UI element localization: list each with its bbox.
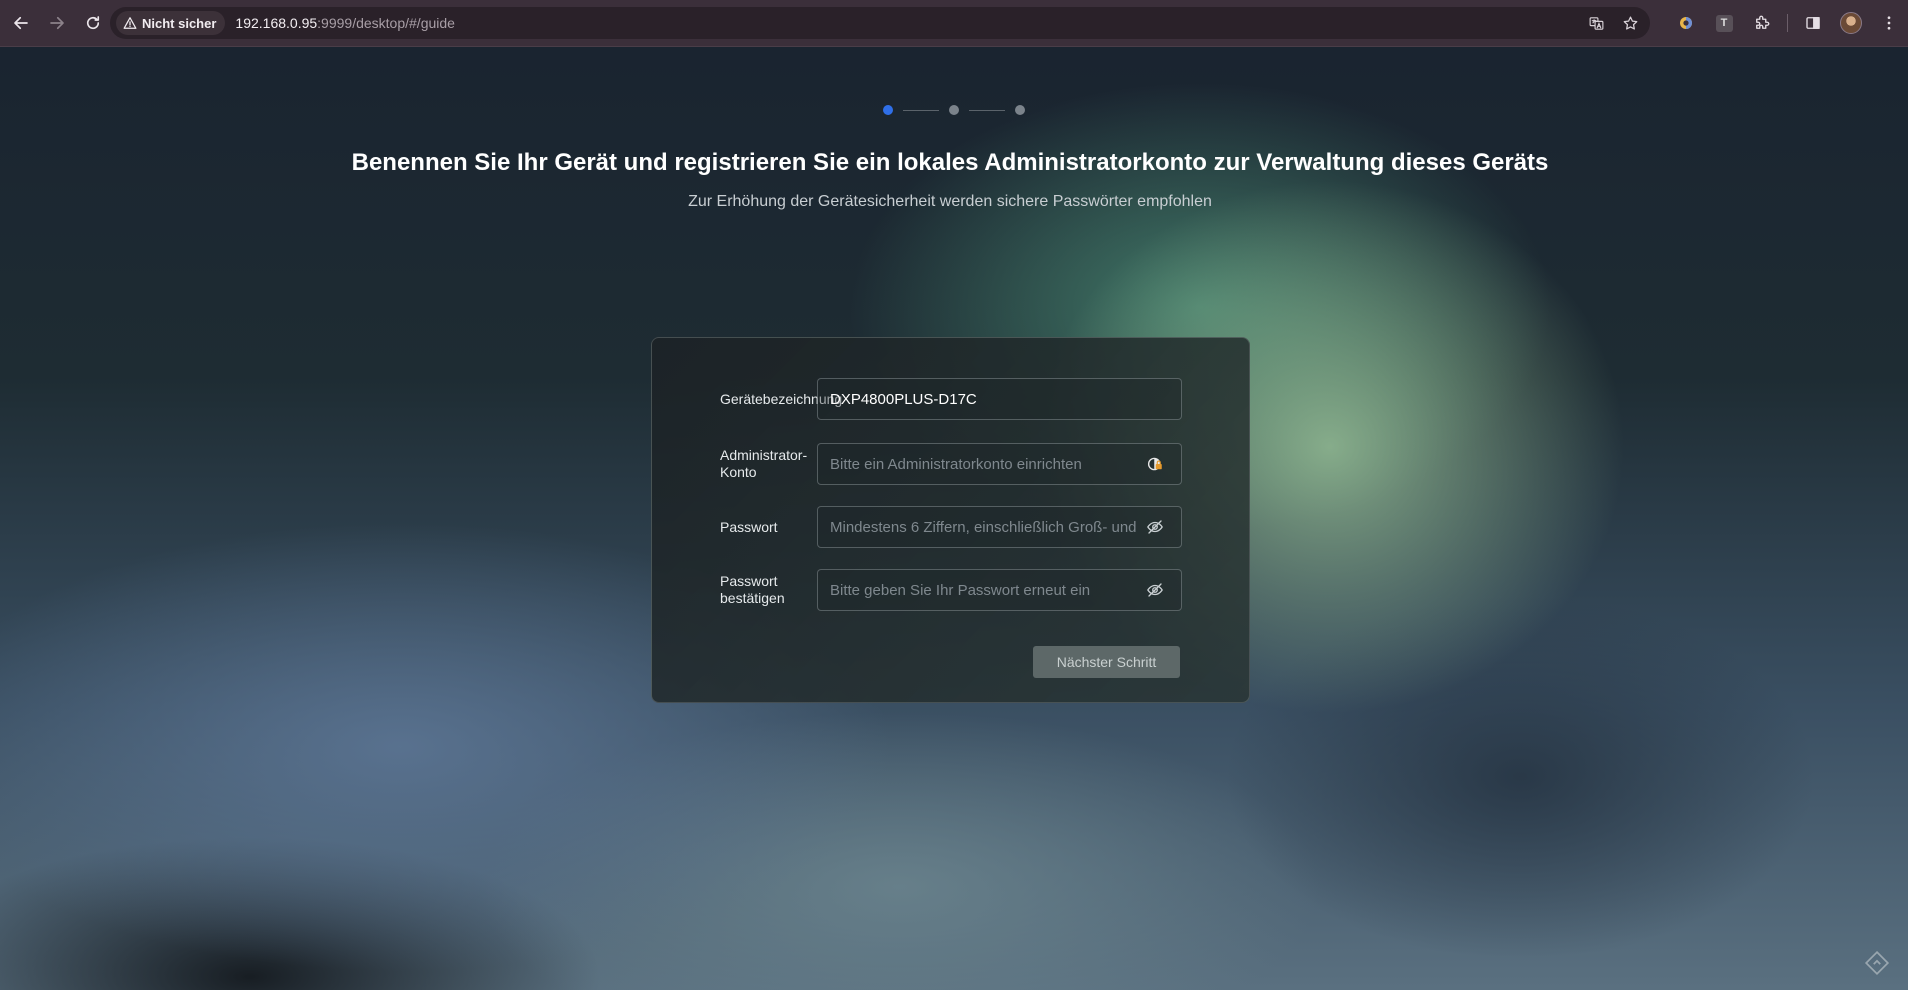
- admin-account-row: Administrator-Konto: [720, 443, 1190, 485]
- extension-icon[interactable]: [1673, 8, 1699, 38]
- device-name-row: Gerätebezeichnung: [720, 378, 1190, 420]
- kebab-menu-icon[interactable]: [1876, 8, 1902, 38]
- extension-t-icon[interactable]: T: [1711, 8, 1737, 38]
- page-subtitle: Zur Erhöhung der Gerätesicherheit werden…: [688, 193, 1212, 210]
- avatar: [1840, 12, 1862, 34]
- back-arrow-icon[interactable]: [4, 6, 38, 40]
- url-host: 192.168.0.95: [235, 15, 318, 31]
- password-label: Passwort: [720, 518, 778, 535]
- password-row: Passwort: [720, 506, 1190, 548]
- side-panel-icon[interactable]: [1800, 8, 1826, 38]
- admin-account-label: Administrator-Konto: [720, 447, 808, 480]
- url-text[interactable]: 192.168.0.95:9999/desktop/#/guide: [235, 15, 455, 31]
- device-name-input[interactable]: [817, 378, 1182, 420]
- star-icon[interactable]: [1618, 11, 1642, 35]
- progress-stepper: [883, 105, 1025, 115]
- eye-hidden-icon[interactable]: [1145, 580, 1165, 600]
- profile-avatar[interactable]: [1838, 8, 1864, 38]
- step-connector: [903, 109, 939, 111]
- setup-guide-page: Benennen Sie Ihr Gerät und registrieren …: [0, 47, 1908, 990]
- step-1-indicator: [883, 105, 893, 115]
- eye-hidden-icon[interactable]: [1145, 517, 1165, 537]
- setup-form-card: Gerätebezeichnung Administrator-Konto Pa…: [651, 337, 1250, 703]
- diamond-nav-icon[interactable]: [1864, 950, 1890, 976]
- device-name-label: Gerätebezeichnung: [720, 390, 843, 407]
- url-path: :9999/desktop/#/guide: [317, 15, 455, 31]
- password-manager-icon[interactable]: [1145, 454, 1165, 474]
- security-label: Nicht sicher: [142, 15, 217, 31]
- page-title: Benennen Sie Ihr Gerät und registrieren …: [351, 149, 1549, 176]
- address-bar[interactable]: Nicht sicher 192.168.0.95:9999/desktop/#…: [110, 7, 1650, 39]
- puzzle-icon[interactable]: [1749, 8, 1775, 38]
- browser-toolbar: Nicht sicher 192.168.0.95:9999/desktop/#…: [0, 0, 1908, 47]
- admin-account-input[interactable]: [817, 443, 1182, 485]
- reload-icon[interactable]: [76, 6, 110, 40]
- step-2-indicator: [949, 105, 959, 115]
- confirm-password-input[interactable]: [817, 569, 1182, 611]
- security-indicator[interactable]: Nicht sicher: [116, 11, 226, 35]
- step-connector: [969, 109, 1005, 111]
- confirm-password-row: Passwort bestätigen: [720, 569, 1190, 611]
- next-step-button[interactable]: Nächster Schritt: [1033, 646, 1180, 678]
- forward-arrow-icon[interactable]: [40, 6, 74, 40]
- confirm-password-label: Passwort bestätigen: [720, 573, 785, 606]
- step-3-indicator: [1015, 105, 1025, 115]
- password-input[interactable]: [817, 506, 1182, 548]
- toolbar-divider: [1787, 14, 1788, 32]
- translate-icon[interactable]: [1584, 11, 1608, 35]
- warning-triangle-icon: [123, 17, 137, 29]
